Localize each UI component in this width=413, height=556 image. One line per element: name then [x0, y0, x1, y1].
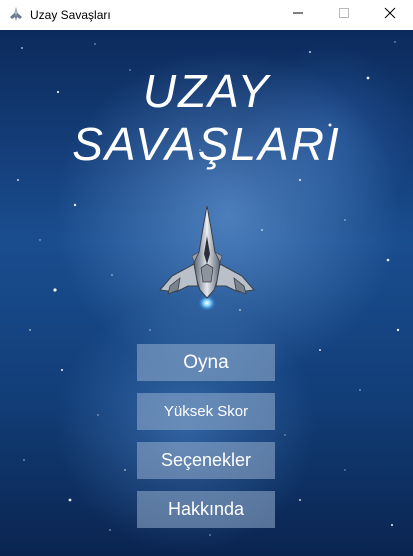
game-title-line1: UZAY [142, 65, 271, 117]
window-controls [275, 0, 413, 30]
maximize-button[interactable] [321, 0, 367, 30]
spaceship-icon [8, 7, 24, 23]
title-bar[interactable]: Uzay Savaşları [0, 0, 413, 30]
app-window: Uzay Savaşları UZAY SAVAŞLARI Oyna Yükse… [0, 0, 413, 556]
about-button[interactable]: Hakkında [137, 491, 275, 528]
game-title-line2: SAVAŞLARI [72, 118, 341, 170]
maximize-icon [338, 6, 350, 24]
minimize-icon [292, 6, 304, 24]
close-icon [384, 6, 396, 24]
window-title: Uzay Savaşları [30, 8, 111, 22]
play-button[interactable]: Oyna [137, 344, 275, 381]
close-button[interactable] [367, 0, 413, 30]
spaceship-icon [159, 206, 255, 311]
game-canvas: UZAY SAVAŞLARI Oyna Yüksek Skor Seçenekl… [0, 30, 413, 556]
options-button[interactable]: Seçenekler [137, 442, 275, 479]
minimize-button[interactable] [275, 0, 321, 30]
high-score-button[interactable]: Yüksek Skor [137, 393, 275, 430]
